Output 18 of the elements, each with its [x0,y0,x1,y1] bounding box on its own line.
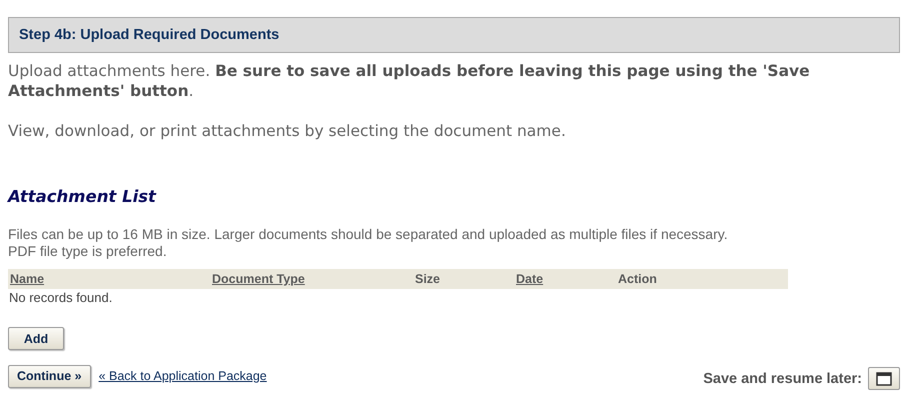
continue-button[interactable]: Continue » [8,364,91,388]
intro-text: Upload attachments here. Be sure to save all uploads before leaving this page using the 'Save Attachments' button. [8,61,811,101]
section-title: Step 4b: Upload Required Documents [19,27,280,43]
note-text: PDF file type is preferred. [8,243,168,260]
note-text: Files can be up to 16 MB in size. Larger documents should be separated and uploaded as multiple files if necessary. [8,226,729,243]
column-header: Action [618,272,657,286]
sort-link[interactable]: Document Type [212,272,305,286]
window-icon [876,372,892,386]
intro-text: View, download, or print attachments by selecting the document name. [8,121,567,141]
back-link[interactable]: « Back to Application Package [98,369,267,383]
sort-link[interactable]: Name [10,272,44,286]
add-button[interactable]: Add [8,327,64,350]
sort-link[interactable]: Date [516,272,544,286]
save-button[interactable] [868,367,900,390]
list-title: Attachment List [8,187,158,206]
empty-message: No records found. [8,290,114,305]
save-label: Save and resume later: [703,370,862,386]
column-header: Size [415,272,440,286]
